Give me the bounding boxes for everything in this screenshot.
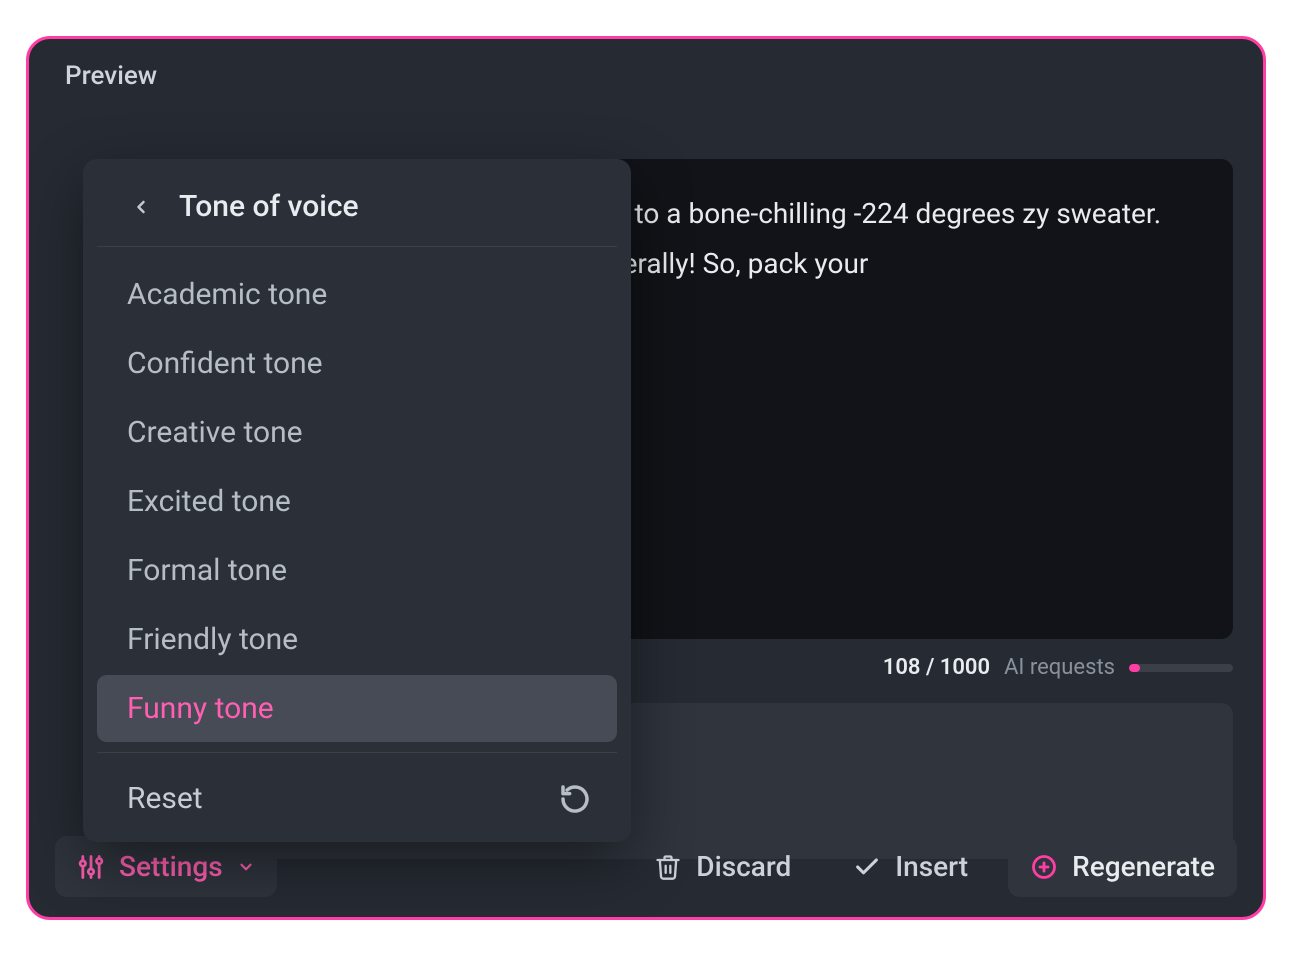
usage-meter: 108 / 1000 AI requests (883, 655, 1233, 680)
usage-current: 108 (883, 655, 921, 680)
popover-header: Tone of voice (97, 167, 617, 247)
tone-popover: Tone of voice Academic tone Confident to… (83, 159, 631, 842)
tone-option[interactable]: Excited tone (97, 468, 617, 535)
discard-label: Discard (696, 850, 791, 883)
usage-bar (1129, 664, 1233, 672)
tone-option[interactable]: Confident tone (97, 330, 617, 397)
chevron-left-icon (131, 197, 151, 217)
settings-button[interactable]: Settings (55, 836, 277, 897)
insert-label: Insert (895, 850, 968, 883)
regenerate-icon (1030, 853, 1058, 881)
insert-button[interactable]: Insert (831, 836, 990, 897)
reset-button[interactable]: Reset (97, 763, 617, 838)
regenerate-label: Regenerate (1072, 850, 1215, 883)
usage-bar-fill (1129, 664, 1140, 672)
divider (97, 752, 617, 753)
ai-preview-panel: Preview let's just say it's not exactly … (26, 36, 1266, 920)
reset-label: Reset (127, 781, 203, 816)
tone-option[interactable]: Creative tone (97, 399, 617, 466)
chevron-down-icon (237, 858, 255, 876)
usage-total: 1000 (940, 655, 990, 680)
trash-icon (654, 853, 682, 881)
tone-option[interactable]: Academic tone (97, 261, 617, 328)
undo-icon (559, 783, 591, 815)
back-button[interactable] (125, 191, 157, 223)
usage-sep: / (920, 655, 939, 680)
check-icon (853, 853, 881, 881)
tone-option[interactable]: Funny tone (97, 675, 617, 742)
popover-title: Tone of voice (179, 189, 359, 224)
regenerate-button[interactable]: Regenerate (1008, 836, 1237, 897)
discard-button[interactable]: Discard (632, 836, 813, 897)
usage-label: AI requests (1004, 655, 1115, 680)
tone-option[interactable]: Friendly tone (97, 606, 617, 673)
footer-toolbar: Settings Discard Insert (55, 836, 1237, 897)
tone-option[interactable]: Formal tone (97, 537, 617, 604)
panel-title: Preview (29, 39, 1263, 105)
settings-label: Settings (119, 850, 223, 883)
sliders-icon (77, 853, 105, 881)
